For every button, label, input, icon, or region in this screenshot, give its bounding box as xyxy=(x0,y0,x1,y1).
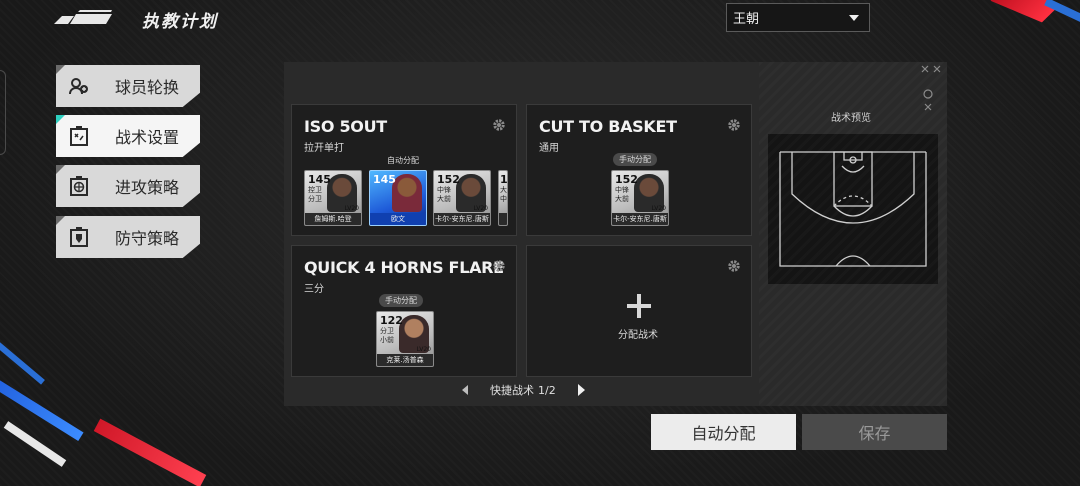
prev-page-icon[interactable] xyxy=(462,385,468,395)
add-icon xyxy=(627,294,651,318)
player-rating: 152 xyxy=(437,173,460,186)
player-position: 中锋 大前 xyxy=(615,186,629,203)
player-name: 卡尔-安东尼.唐斯 xyxy=(612,213,668,225)
decor-blue-stripe xyxy=(1044,0,1080,23)
gear-icon[interactable] xyxy=(492,259,506,273)
auto-assign-button[interactable]: 自动分配 xyxy=(651,414,796,450)
player-swap-icon xyxy=(69,76,89,96)
assign-mode-badge: 手动分配 xyxy=(379,294,423,307)
chevron-down-icon xyxy=(849,14,859,21)
player-card[interactable]: 152 中锋 大前 LV20 卡尔-安东尼.唐斯 xyxy=(611,170,669,226)
player-level: LV20 xyxy=(651,205,666,212)
back-logo-icon[interactable] xyxy=(54,10,112,24)
gear-icon[interactable] xyxy=(492,118,506,132)
sidebar-item-label: 防守策略 xyxy=(115,229,180,248)
tactic-card-iso-5out[interactable]: ISO 5OUT 拉开单打 自动分配 145 控卫 分卫 LV20 詹姆斯.哈登… xyxy=(291,104,517,236)
decor-red-stripe xyxy=(990,0,1060,23)
player-card[interactable]: 14 大 中 xyxy=(498,170,508,226)
decor-white-stripe xyxy=(3,421,67,467)
decor-red-stripe xyxy=(93,418,207,486)
player-name: 欧文 xyxy=(370,213,426,225)
sidebar-item-offense[interactable]: 进攻策略 xyxy=(56,165,200,207)
assign-tactic-label: 分配战术 xyxy=(618,330,658,341)
sidebar-item-tactics[interactable]: 战术设置 xyxy=(56,115,200,157)
tactic-slot-empty[interactable]: 分配战术 xyxy=(526,245,752,377)
player-card[interactable]: 145 欧文 xyxy=(369,170,427,226)
player-card[interactable]: 152 中锋 大前 LV20 卡尔-安东尼.唐斯 xyxy=(433,170,491,226)
team-select[interactable]: 王朝 xyxy=(726,3,870,32)
tactic-subtitle: 三分 xyxy=(304,284,324,295)
sidebar-item-label: 球员轮换 xyxy=(115,78,180,97)
defense-clipboard-icon xyxy=(69,227,89,247)
player-rating: 122 xyxy=(380,314,403,327)
player-card[interactable]: 122 分卫 小前 LV20 克莱.汤普森 xyxy=(376,311,434,367)
tactic-subtitle: 拉开单打 xyxy=(304,143,344,154)
pager-page: 1/2 xyxy=(538,383,556,397)
page-title: 执教计划 xyxy=(142,12,218,32)
decor-blue-stripe xyxy=(0,341,45,385)
tactic-name: QUICK 4 HORNS FLARE xyxy=(304,258,504,277)
assign-mode-badge: 手动分配 xyxy=(613,153,657,166)
pager-label: 快捷战术 xyxy=(490,384,534,397)
tactic-subtitle: 通用 xyxy=(539,143,559,154)
sidebar-item-defense[interactable]: 防守策略 xyxy=(56,216,200,258)
tactics-board-icon xyxy=(69,126,89,146)
court-diagram xyxy=(768,134,938,284)
player-position: 大 中 xyxy=(500,186,507,203)
decor-blue-stripe xyxy=(0,368,84,442)
tactic-name: CUT TO BASKET xyxy=(539,117,677,136)
player-position: 中锋 大前 xyxy=(437,186,451,203)
player-rating: 145 xyxy=(373,173,396,186)
save-button[interactable]: 保存 xyxy=(802,414,947,450)
player-rating: 14 xyxy=(500,173,508,186)
preview-title: 战术预览 xyxy=(831,113,871,124)
pager: 快捷战术 1/2 xyxy=(462,382,585,398)
gear-icon[interactable] xyxy=(727,259,741,273)
tactics-panel: ISO 5OUT 拉开单打 自动分配 145 控卫 分卫 LV20 詹姆斯.哈登… xyxy=(284,62,947,406)
next-page-icon[interactable] xyxy=(577,384,585,396)
tactic-card-quick-4-horns-flare[interactable]: QUICK 4 HORNS FLARE 三分 手动分配 122 分卫 小前 LV… xyxy=(291,245,517,377)
player-level: LV20 xyxy=(416,346,431,353)
player-position: 分卫 小前 xyxy=(380,327,394,344)
gear-icon[interactable] xyxy=(727,118,741,132)
assign-mode-label: 自动分配 xyxy=(387,156,419,165)
sidebar-item-label: 进攻策略 xyxy=(115,178,180,197)
play-marks-icon xyxy=(921,65,941,111)
player-rating: 145 xyxy=(308,173,331,186)
player-portrait xyxy=(392,174,422,212)
offense-clipboard-icon xyxy=(69,176,89,196)
player-rating: 152 xyxy=(615,173,638,186)
player-name: 詹姆斯.哈登 xyxy=(305,213,361,225)
player-position: 控卫 分卫 xyxy=(308,186,322,203)
player-name: 卡尔-安东尼.唐斯 xyxy=(434,213,490,225)
player-card[interactable]: 145 控卫 分卫 LV20 詹姆斯.哈登 xyxy=(304,170,362,226)
sidebar-item-rotation[interactable]: 球员轮换 xyxy=(56,65,200,107)
tactic-name: ISO 5OUT xyxy=(304,117,387,136)
sidebar-item-label: 战术设置 xyxy=(115,128,180,147)
team-select-value: 王朝 xyxy=(733,12,760,27)
player-name: 克莱.汤普森 xyxy=(377,354,433,366)
player-level: LV20 xyxy=(473,205,488,212)
tactic-card-cut-to-basket[interactable]: CUT TO BASKET 通用 手动分配 152 中锋 大前 LV20 卡尔-… xyxy=(526,104,752,236)
side-drawer-handle[interactable] xyxy=(0,70,6,155)
player-level: LV20 xyxy=(344,205,359,212)
